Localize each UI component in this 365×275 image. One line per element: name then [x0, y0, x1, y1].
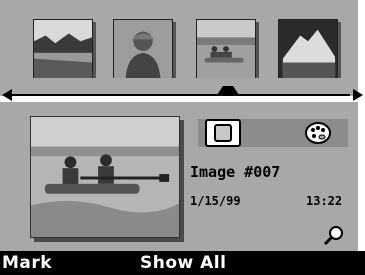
thumbnail-2[interactable] — [113, 19, 173, 79]
thumbnail-3-selected[interactable] — [196, 19, 256, 79]
view-toggle-button[interactable] — [205, 119, 241, 147]
image-details-panel: Image #007 1/15/99 13:22 — [0, 102, 358, 251]
person-portrait-thumbnail — [114, 20, 172, 78]
magnifier-icon[interactable] — [323, 224, 345, 246]
kayakers-photo — [31, 117, 179, 237]
snowy-mountain-thumbnail — [279, 20, 337, 78]
image-time: 13:22 — [306, 194, 343, 208]
image-date: 1/15/99 — [190, 194, 241, 208]
mark-softkey[interactable]: Mark — [2, 253, 52, 273]
kayakers-thumbnail — [197, 20, 255, 78]
camera-browser-screen: Image #007 1/15/99 13:22 Mark Show All — [0, 0, 365, 275]
lake-landscape-thumbnail — [34, 20, 92, 78]
show-all-softkey[interactable]: Show All — [140, 253, 226, 273]
thumbnail-4[interactable] — [278, 19, 338, 79]
main-photo-preview[interactable] — [30, 116, 180, 238]
softkey-bar: Mark Show All — [0, 251, 365, 275]
thumbnail-1[interactable] — [33, 19, 93, 79]
image-title: Image #007 — [190, 163, 281, 181]
view-toggle-icon — [214, 124, 232, 142]
palette-icon[interactable] — [305, 122, 331, 144]
filmstrip-scroll-axis[interactable] — [0, 78, 365, 102]
